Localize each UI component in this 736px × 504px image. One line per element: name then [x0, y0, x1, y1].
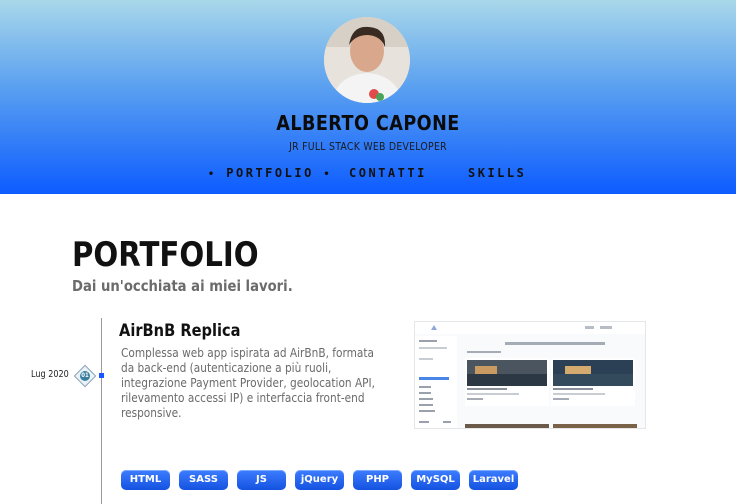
nav-contatti-link[interactable]: CONTATTI — [349, 166, 427, 180]
nav-portfolio-link[interactable]: • PORTFOLIO • — [208, 166, 332, 180]
timeline-dot — [99, 373, 104, 378]
project-number-badge: 01 — [80, 371, 90, 381]
header-hero: ALBERTO CAPONE JR FULL STACK WEB DEVELOP… — [0, 0, 736, 194]
portfolio-title: PORTFOLIO — [72, 235, 259, 275]
timeline-line — [101, 318, 102, 504]
portfolio-subtitle: Dai un'occhiata ai miei lavori. — [72, 277, 293, 295]
tag-laravel[interactable]: Laravel — [469, 470, 518, 490]
tag-html[interactable]: HTML — [121, 470, 170, 490]
nav-skills-link[interactable]: SKILLS — [468, 166, 526, 180]
tag-sass[interactable]: SASS — [179, 470, 228, 490]
tag-php[interactable]: PHP — [353, 470, 402, 490]
project-screenshot[interactable] — [414, 321, 646, 429]
project-description: Complessa web app ispirata ad AirBnB, fo… — [121, 346, 376, 420]
nav-active-marker-right: • — [323, 169, 333, 180]
nav-portfolio-label: PORTFOLIO — [226, 166, 314, 180]
tag-jquery[interactable]: jQuery — [295, 470, 344, 490]
project-date: Lug 2020 — [31, 369, 69, 380]
person-role: JR FULL STACK WEB DEVELOPER — [289, 140, 447, 153]
profile-photo-icon — [324, 17, 410, 103]
person-name: ALBERTO CAPONE — [276, 111, 460, 135]
airbnb-preview-image-icon — [415, 322, 645, 428]
nav-active-marker-left: • — [208, 169, 217, 180]
tag-js[interactable]: JS — [237, 470, 286, 490]
tag-mysql[interactable]: MySQL — [411, 470, 460, 490]
project-title[interactable]: AirBnB Replica — [119, 321, 241, 341]
profile-avatar — [324, 17, 410, 103]
